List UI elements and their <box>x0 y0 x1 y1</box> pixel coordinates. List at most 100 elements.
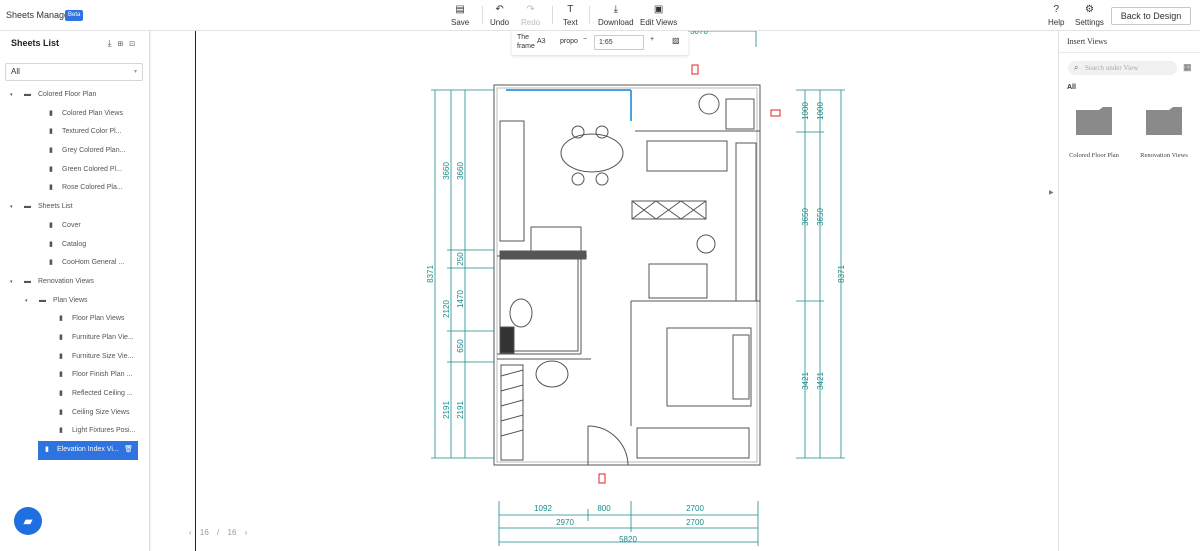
tree-sheet[interactable]: ▮ CooHom General ... <box>0 254 149 273</box>
frame-toolbar: The frame A3 propo − 1:65 + ▨ <box>512 31 688 55</box>
settings-button[interactable]: ⚙ Settings <box>1075 4 1104 27</box>
sheet-icon: ▮ <box>49 221 53 229</box>
new-sheet-icon[interactable]: ⊞ <box>118 38 130 48</box>
sheet-filter-select[interactable]: All ▾ <box>5 63 143 81</box>
download-button[interactable]: ⤓ Download <box>598 4 634 27</box>
wardrobe-bedroom <box>636 427 750 459</box>
import-icon[interactable]: ⤓ <box>108 38 118 48</box>
dimension-label: 2970 <box>556 518 574 527</box>
beta-badge: Beta <box>65 10 84 21</box>
dimension-label: 2191 <box>456 401 465 419</box>
chat-button[interactable]: ▰ <box>14 507 42 535</box>
tree-folder[interactable]: ▾ ▬ Renovation Views <box>0 273 149 292</box>
scale-input[interactable]: 1:65 <box>594 35 644 50</box>
expand-toggle-icon[interactable]: ▾ <box>10 273 13 292</box>
dimension-label: 2191 <box>442 401 451 419</box>
tree-sheet[interactable]: ▮ Furniture Plan Vie... <box>0 329 149 348</box>
expand-toggle-icon[interactable]: ▾ <box>25 292 28 311</box>
closet <box>500 364 524 461</box>
redo-button[interactable]: ↷ Redo <box>521 4 540 27</box>
search-icon: ⌕ <box>1074 63 1079 72</box>
desk <box>646 140 728 172</box>
view-card-renovation-views[interactable]: Renovation Views <box>1133 106 1195 159</box>
tree-sheet[interactable]: ▮ Textured Color Pl... <box>0 123 149 142</box>
sheet-icon: ▮ <box>59 352 63 360</box>
grid-view-icon[interactable]: ▦ <box>1183 62 1192 73</box>
tree-sheet[interactable]: ▮ Rose Colored Pla... <box>0 179 149 198</box>
chair <box>571 172 585 186</box>
edit-views-label: Edit Views <box>640 18 678 27</box>
collapse-arrow-icon[interactable]: ▶ <box>1049 189 1054 196</box>
download-icon: ⤓ <box>613 4 618 15</box>
dining-table <box>560 133 624 173</box>
page-separator: / <box>217 528 220 537</box>
image-icon[interactable]: ▨ <box>672 36 680 45</box>
round-table <box>698 93 720 115</box>
tree-sheet[interactable]: ▮ Floor Plan Views <box>0 310 149 329</box>
hatch <box>500 399 524 407</box>
sheet-icon: ▮ <box>49 165 53 173</box>
washbasin <box>535 360 569 388</box>
dimension-label: 3660 <box>442 162 451 180</box>
edit-views-button[interactable]: ▣ Edit Views <box>640 4 677 27</box>
divider <box>1059 52 1200 53</box>
tree-sheet[interactable]: ▮ Reflected Ceiling ... <box>0 385 149 404</box>
download-label: Download <box>598 18 634 27</box>
paper-size-select[interactable]: A3 <box>537 38 546 45</box>
text-button[interactable]: T Text <box>563 4 578 27</box>
tree-sheet[interactable]: ▮ Ceiling Size Views <box>0 404 149 423</box>
back-to-design-button[interactable]: Back to Design <box>1111 7 1191 25</box>
save-button[interactable]: ▤ Save <box>451 4 469 27</box>
tree-sheet[interactable]: ▮ Light Fixtures Posi... <box>0 422 149 441</box>
tree-sheet[interactable]: ▮ Catalog <box>0 236 149 255</box>
tree-item-label: Ceiling Size Views <box>72 408 130 416</box>
tree-folder[interactable]: ▾ ▬ Colored Floor Plan <box>0 86 149 105</box>
category-all[interactable]: All <box>1067 84 1076 91</box>
undo-icon: ↶ <box>495 4 504 15</box>
sheets-list-title: Sheets List <box>11 38 60 48</box>
export-icon[interactable]: ⊡ <box>129 38 141 48</box>
undo-label: Undo <box>490 18 510 27</box>
zoom-in-button[interactable]: + <box>650 36 654 43</box>
sheets-list-panel: Sheets List ⤓⊞⊡ All ▾ ▾ ▬ Colored Floor Pl… <box>0 31 150 551</box>
next-page-button[interactable]: › <box>245 528 248 537</box>
tree-item-label: Grey Colored Plan... <box>62 147 126 155</box>
help-button[interactable]: ? Help <box>1048 4 1064 27</box>
tree-sheet[interactable]: ▮ Colored Plan Views <box>0 105 149 124</box>
expand-toggle-icon[interactable]: ▾ <box>10 198 13 217</box>
tree-sheet[interactable]: ▮ Elevation Index Vi... 🗑 <box>38 441 138 460</box>
tree-folder[interactable]: ▾ ▬ Plan Views <box>0 292 149 311</box>
view-search-input[interactable]: ⌕ Search under View <box>1068 61 1177 75</box>
tree-sheet[interactable]: ▮ Floor Finish Plan ... <box>0 366 149 385</box>
sheet-icon: ▮ <box>59 371 63 379</box>
delete-icon[interactable]: 🗑 <box>124 441 133 460</box>
undo-button[interactable]: ↶ Undo <box>490 4 509 27</box>
tree-item-label: Floor Plan Views <box>72 315 125 323</box>
dimension-label: 3650 <box>816 208 825 226</box>
hatch <box>500 429 524 437</box>
prev-page-button[interactable]: ‹ <box>189 528 192 537</box>
view-card-label: Colored Floor Plan <box>1069 152 1119 159</box>
chat-icon: ▰ <box>23 514 33 528</box>
floor-plan-drawing: 8371 3660 2120 2191 3660 250 1470 650 21… <box>426 31 846 546</box>
text-label: Text <box>563 18 578 27</box>
zoom-out-button[interactable]: − <box>583 36 587 43</box>
dimension-label: 1000 <box>801 102 810 120</box>
tree-sheet[interactable]: ▮ Grey Colored Plan... <box>0 142 149 161</box>
tree-folder[interactable]: ▾ ▬ Sheets List <box>0 198 149 217</box>
dimension-label: 3070 <box>690 31 708 36</box>
drawing-canvas[interactable]: 8371 3660 2120 2191 3660 250 1470 650 21… <box>151 31 1058 551</box>
settings-icon: ⚙ <box>1084 4 1094 15</box>
redo-icon: ↷ <box>526 4 535 15</box>
tree-item-label: Furniture Size Vie... <box>72 352 134 360</box>
edit-views-icon: ▣ <box>653 4 664 15</box>
tree-sheet[interactable]: ▮ Furniture Size Vie... <box>0 348 149 367</box>
view-card-colored-floor-plan[interactable]: Colored Floor Plan <box>1063 106 1125 159</box>
tree-item-label: Cover <box>62 221 81 229</box>
tree-sheet[interactable]: ▮ Green Colored Pl... <box>0 161 149 180</box>
sheets-tree: ▾ ▬ Colored Floor Plan ▮ Colored Plan Views ▮… <box>0 86 149 460</box>
search-placeholder: Search under View <box>1085 64 1139 72</box>
elevation-marker <box>691 64 699 75</box>
expand-toggle-icon[interactable]: ▾ <box>10 86 13 105</box>
tree-sheet[interactable]: ▮ Cover <box>0 217 149 236</box>
